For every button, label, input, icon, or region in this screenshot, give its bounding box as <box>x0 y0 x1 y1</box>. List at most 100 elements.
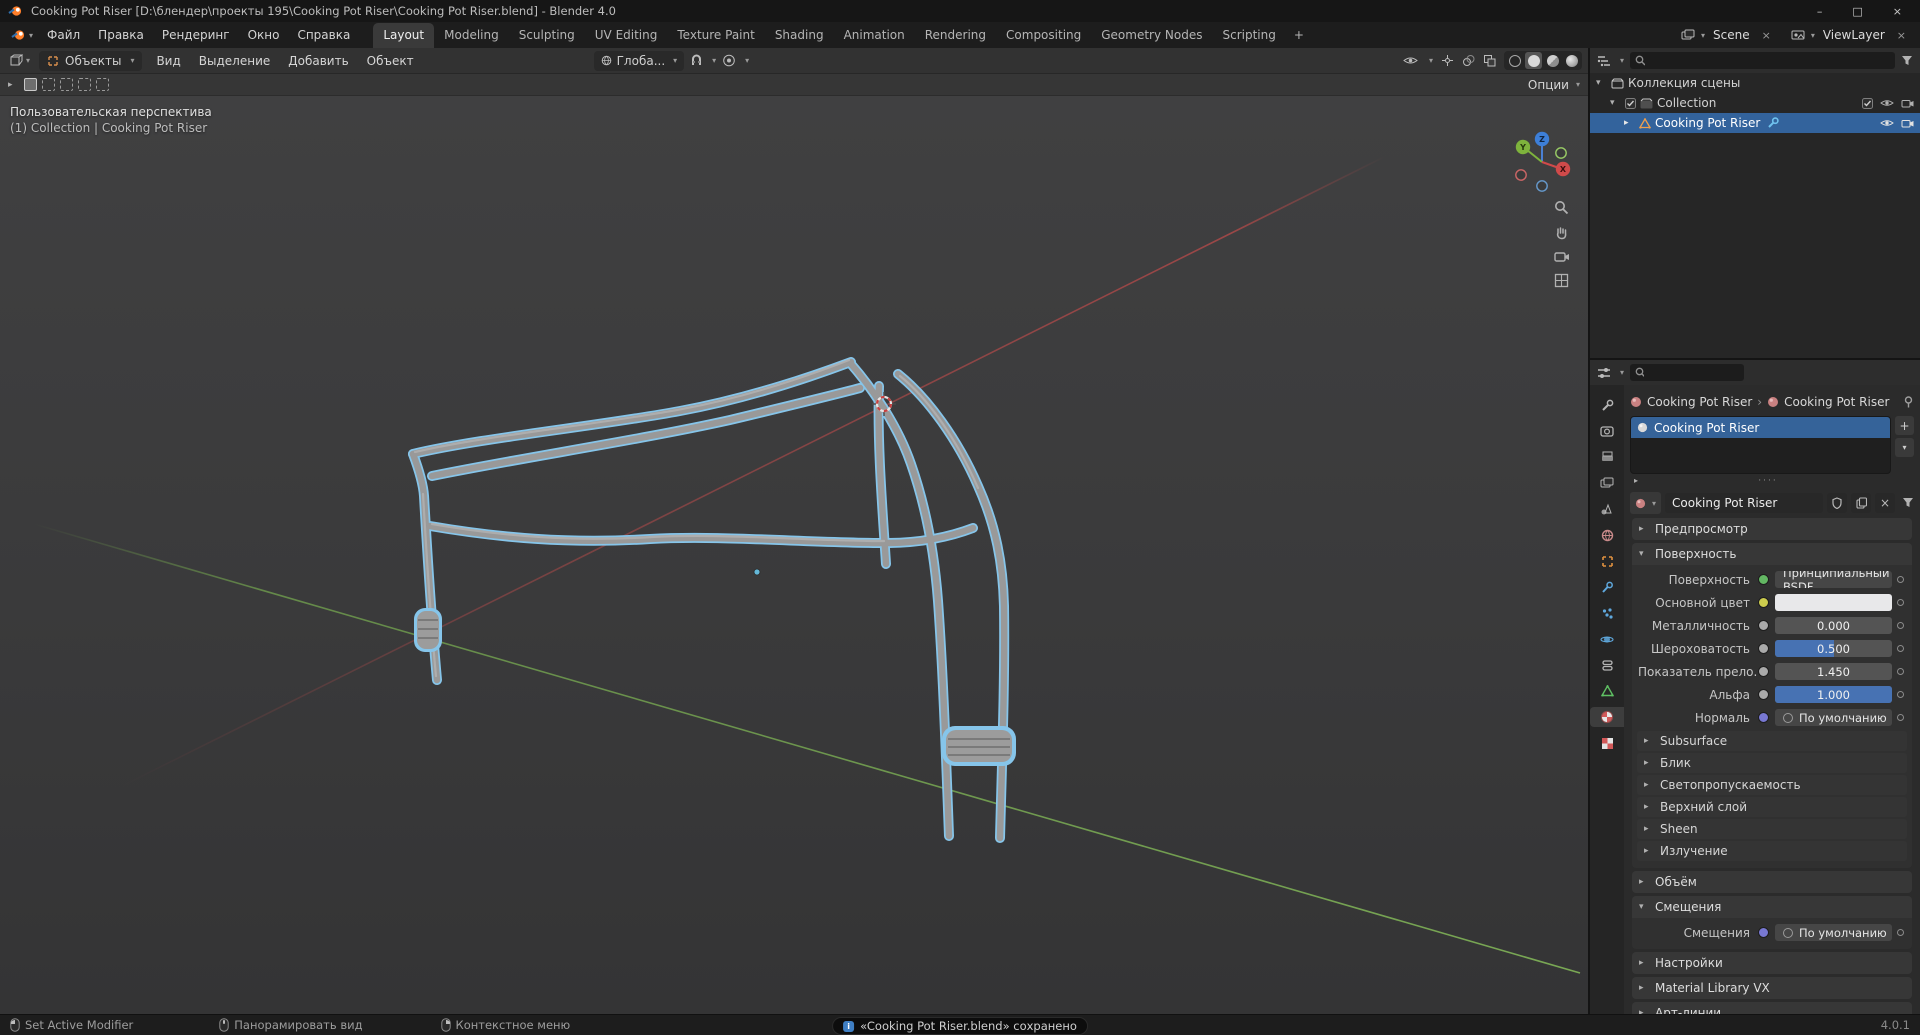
workspace-tab-animation[interactable]: Animation <box>834 23 915 48</box>
close-button[interactable]: × <box>1893 5 1902 18</box>
material-slot-specials-button[interactable]: ▾ <box>1895 438 1914 457</box>
shading-material-button[interactable] <box>1544 52 1561 69</box>
workspace-tab-scripting[interactable]: Scripting <box>1212 23 1285 48</box>
add-workspace-button[interactable]: + <box>1286 23 1312 48</box>
camera-view-icon[interactable] <box>1554 250 1570 263</box>
falloff-dropdown[interactable]: ▾ <box>745 56 749 65</box>
panel-volume-header[interactable]: ▸ Объём <box>1632 871 1912 893</box>
menu-view[interactable]: Вид <box>148 51 188 71</box>
workspace-tab-uv-editing[interactable]: UV Editing <box>585 23 668 48</box>
shading-solid-button[interactable] <box>1525 52 1542 69</box>
pan-tool-icon[interactable] <box>1554 225 1569 240</box>
browse-material-button[interactable]: ▾ <box>1630 492 1662 514</box>
decorator-dot-icon[interactable] <box>1892 576 1908 583</box>
toolbar-toggle-icon[interactable]: ▸ <box>8 80 19 90</box>
workspace-tab-rendering[interactable]: Rendering <box>915 23 996 48</box>
chevron-down-icon[interactable]: ▾ <box>1701 31 1705 40</box>
slot-expand-icon[interactable]: ▸ <box>1634 476 1645 485</box>
workspace-tab-compositing[interactable]: Compositing <box>996 23 1091 48</box>
view-layer-remove-button[interactable]: × <box>1893 29 1910 42</box>
menu-edit[interactable]: Правка <box>89 25 153 45</box>
overlays-toggle-icon[interactable] <box>1462 54 1475 67</box>
chevron-down-icon[interactable]: ▾ <box>1620 368 1624 377</box>
unlink-material-button[interactable]: × <box>1875 493 1895 513</box>
menu-help[interactable]: Справка <box>288 25 359 45</box>
menu-render[interactable]: Рендеринг <box>153 25 239 45</box>
panel-specular-header[interactable]: ▸ Блик <box>1637 753 1907 773</box>
xray-toggle-icon[interactable] <box>1483 54 1496 67</box>
menu-file[interactable]: Файл <box>38 25 89 45</box>
gizmo-minus-x-axis[interactable] <box>1515 169 1527 181</box>
props-tab-view-layer[interactable] <box>1593 473 1621 493</box>
snap-magnet-icon[interactable] <box>690 54 703 67</box>
panel-settings-header[interactable]: ▸ Настройки <box>1632 952 1912 974</box>
outliner-row-collection[interactable]: ▾ Collection <box>1590 93 1920 113</box>
breadcrumb-material[interactable]: Cooking Pot Riser <box>1784 395 1889 409</box>
shading-rendered-button[interactable] <box>1563 52 1580 69</box>
outliner-editor-icon[interactable] <box>1597 55 1611 67</box>
normal-menu[interactable]: По умолчанию <box>1775 709 1892 726</box>
decorator-dot-icon[interactable] <box>1892 714 1908 721</box>
select-mode-intersect-button[interactable] <box>96 78 109 91</box>
panel-sheen-header[interactable]: ▸ Sheen <box>1637 819 1907 839</box>
transform-orientation-dropdown[interactable]: Глоба... ▾ <box>593 50 685 71</box>
panel-material-library-header[interactable]: ▸ Material Library VX <box>1632 977 1912 999</box>
material-filter-funnel-icon[interactable] <box>1902 497 1914 509</box>
properties-search-input[interactable] <box>1630 364 1745 381</box>
outliner-search-field[interactable] <box>1649 53 1890 68</box>
disclosure-triangle-icon[interactable]: ▸ <box>1624 118 1635 128</box>
view-layer-name-field[interactable]: ViewLayer <box>1818 26 1890 44</box>
props-tab-particles[interactable] <box>1593 603 1621 623</box>
properties-search-field[interactable] <box>1648 365 1740 380</box>
decorator-dot-icon[interactable] <box>1892 691 1908 698</box>
surface-shader-menu[interactable]: Принципиальный BSDF <box>1775 571 1892 588</box>
navigation-gizmo[interactable]: Z Y X <box>1510 126 1574 194</box>
panel-displacement-header[interactable]: ▾ Смещения <box>1632 896 1912 918</box>
render-camera-icon[interactable] <box>1901 118 1914 128</box>
chevron-down-icon[interactable]: ▾ <box>1620 56 1624 65</box>
base-color-swatch[interactable] <box>1775 594 1892 611</box>
select-mode-invert-button[interactable] <box>78 78 91 91</box>
displacement-menu[interactable]: По умолчанию <box>1775 924 1892 941</box>
hide-eye-icon[interactable] <box>1880 118 1894 128</box>
properties-editor-icon[interactable] <box>1597 367 1611 379</box>
props-tab-physics[interactable] <box>1593 629 1621 649</box>
panel-coat-header[interactable]: ▸ Верхний слой <box>1637 797 1907 817</box>
props-tab-texture[interactable] <box>1593 733 1621 753</box>
material-slot-row[interactable]: Cooking Pot Riser <box>1631 417 1890 438</box>
decorator-dot-icon[interactable] <box>1892 929 1908 936</box>
workspace-tab-shading[interactable]: Shading <box>765 23 834 48</box>
panel-emission-header[interactable]: ▸ Излучение <box>1637 841 1907 861</box>
props-tab-output[interactable] <box>1593 447 1621 467</box>
props-tab-object-data[interactable] <box>1593 681 1621 701</box>
roughness-slider[interactable]: 0.500 <box>1775 640 1892 657</box>
workspace-tab-modeling[interactable]: Modeling <box>434 23 509 48</box>
filter-funnel-icon[interactable] <box>1901 55 1913 67</box>
disclosure-triangle-icon[interactable]: ▾ <box>1610 98 1621 108</box>
chevron-down-icon[interactable]: ▾ <box>1811 31 1815 40</box>
outliner-search-input[interactable] <box>1630 52 1895 69</box>
object-mode-dropdown[interactable]: Объекты ▾ <box>39 50 143 71</box>
props-tab-render[interactable] <box>1593 421 1621 441</box>
pin-icon[interactable] <box>1903 396 1914 408</box>
workspace-tab-geometry-nodes[interactable]: Geometry Nodes <box>1091 23 1212 48</box>
ortho-toggle-icon[interactable] <box>1554 273 1569 288</box>
menu-select[interactable]: Выделение <box>191 51 278 71</box>
checkbox-icon[interactable] <box>1625 97 1636 109</box>
add-material-slot-button[interactable]: + <box>1895 416 1914 435</box>
hide-eye-icon[interactable] <box>1880 98 1894 108</box>
blender-menu-button[interactable]: ▾ <box>6 29 38 41</box>
disclosure-triangle-icon[interactable]: ▾ <box>1596 78 1607 88</box>
props-tab-modifiers[interactable] <box>1593 577 1621 597</box>
alpha-slider[interactable]: 1.000 <box>1775 686 1892 703</box>
props-tab-constraints[interactable] <box>1593 655 1621 675</box>
fake-user-shield-button[interactable] <box>1827 493 1847 513</box>
props-tab-tool[interactable] <box>1593 395 1621 415</box>
shading-wireframe-button[interactable] <box>1506 52 1523 69</box>
editor-type-3dview-button[interactable]: ▾ <box>6 54 33 67</box>
selectability-checkbox-icon[interactable] <box>1862 97 1873 109</box>
decorator-dot-icon[interactable] <box>1892 645 1908 652</box>
workspace-tab-sculpting[interactable]: Sculpting <box>509 23 585 48</box>
decorator-dot-icon[interactable] <box>1892 599 1908 606</box>
visibility-eye-icon[interactable] <box>1403 55 1418 66</box>
